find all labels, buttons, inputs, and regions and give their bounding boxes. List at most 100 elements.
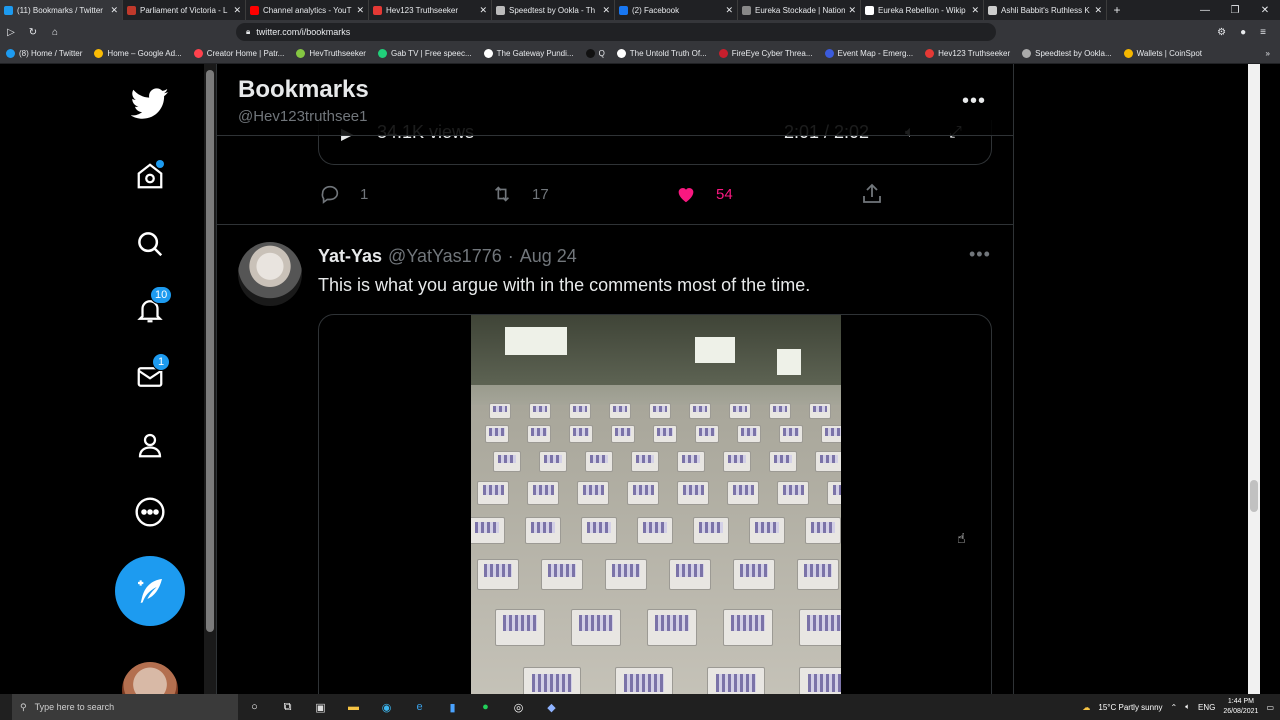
back-icon[interactable]: ▷ [0,27,22,38]
header-more-button[interactable]: ••• [962,90,986,113]
store-icon[interactable]: ▮ [436,701,469,714]
close-tab-icon[interactable]: ✕ [725,5,733,16]
url-field[interactable]: 🔒︎ twitter.com/i/bookmarks [236,23,996,41]
share-button[interactable] [860,182,902,206]
bookmark-item[interactable]: Home – Google Ad... [88,49,187,58]
notification-center-icon[interactable]: ▭ [1266,703,1274,712]
notifications-bell-icon[interactable]: 10 [130,286,173,330]
browser-tab[interactable]: Eureka Rebellion - Wikip ✕ [861,0,984,20]
like-button[interactable]: 54 [674,182,733,206]
tab-label: Channel analytics - YouT [263,5,352,15]
bookmark-item[interactable]: (8) Home / Twitter [0,49,88,58]
bookmark-favicon-icon [296,49,306,58]
bookmark-label: The Gateway Pundi... [496,49,574,58]
profile-icon[interactable]: ● [1240,27,1246,38]
scrollbar-thumb[interactable] [206,70,214,632]
sidebar-nav: 10 1 [110,64,190,694]
video-desk [525,517,561,544]
bookmark-item[interactable]: The Untold Truth Of... [611,49,713,58]
browser-app-icon[interactable]: ▣ [304,701,337,714]
bookmark-favicon-icon [585,49,595,58]
file-explorer-icon[interactable]: ▬ [337,701,370,713]
close-tab-icon[interactable]: ✕ [1094,5,1102,16]
messages-mail-icon[interactable]: 1 [130,353,170,397]
author-handle[interactable]: @YatYas1776 [388,246,502,267]
bookmarks-overflow-icon[interactable]: » [1266,49,1280,58]
video-desk [769,403,791,419]
browser-tab[interactable]: Ashli Babbit's Ruthless K ✕ [984,0,1107,20]
account-avatar[interactable] [122,662,178,694]
restore-button[interactable]: ❐ [1220,5,1250,16]
twitter-logo-icon[interactable] [130,84,170,124]
reload-icon[interactable]: ↻ [22,27,44,38]
page-scrollbar-thumb[interactable] [1250,480,1258,512]
extensions-icon[interactable]: ⚙ [1217,27,1226,38]
clock[interactable]: 1:44 PM 26/08/2021 [1223,697,1258,717]
weather-icon[interactable]: ☁ [1082,703,1090,712]
edge-icon[interactable]: ◉ [370,701,403,714]
bookmark-item[interactable]: Creator Home | Patr... [188,49,291,58]
page-scrollbar[interactable] [1248,64,1260,694]
bookmark-item[interactable]: The Gateway Pundi... [478,49,580,58]
bookmark-item[interactable]: Event Map - Emerg... [819,49,920,58]
retweet-button[interactable]: 17 [490,182,549,206]
reply-button[interactable]: 1 [318,182,368,206]
menu-icon[interactable]: ≡ [1260,27,1266,38]
bookmark-item[interactable]: Q [580,49,611,58]
close-tab-icon[interactable]: ✕ [848,5,856,16]
bookmark-favicon-icon [483,49,493,58]
sidebar-scrollbar[interactable] [204,64,216,694]
tab-label: Ashli Babbit's Ruthless K [1001,5,1090,15]
close-tab-icon[interactable]: ✕ [479,5,487,16]
browser-tab[interactable]: Parliament of Victoria - L ✕ [123,0,246,20]
tweet-video[interactable] [318,314,992,694]
tab-label: Parliament of Victoria - L [140,5,228,15]
home-icon[interactable]: ⌂ [44,27,66,38]
tab-label: (11) Bookmarks / Twitter [17,5,103,15]
tray-chevron-icon[interactable]: ⌃ [1171,703,1178,712]
tweet-date[interactable]: Aug 24 [520,246,577,267]
bookmark-item[interactable]: HevTruthseeker [290,49,372,58]
bookmark-item[interactable]: Speedtest by Ookla... [1016,49,1118,58]
compose-tweet-button[interactable] [115,556,185,626]
minimize-button[interactable]: — [1190,5,1220,16]
browser-tab[interactable]: (11) Bookmarks / Twitter ✕ [0,0,123,20]
taskbar-search[interactable]: ⚲ Type here to search [12,694,238,720]
close-tab-icon[interactable]: ✕ [602,5,610,16]
cortana-icon[interactable]: ○ [238,701,271,713]
close-tab-icon[interactable]: ✕ [110,5,118,16]
close-tab-icon[interactable]: ✕ [233,5,241,16]
video-desk [611,425,635,443]
bookmark-item[interactable]: Hev123 Truthseeker [919,49,1016,58]
bookmark-item[interactable]: Wallets | CoinSpot [1118,49,1208,58]
browser-tab[interactable]: Speedtest by Ookla - Th ✕ [492,0,615,20]
video-desk [527,425,551,443]
obs-icon[interactable]: ◎ [502,701,535,714]
close-window-button[interactable]: ✕ [1250,5,1280,16]
profile-person-icon[interactable] [130,425,170,465]
speaker-icon[interactable]: 🔈︎ [1185,702,1190,712]
video-desk [477,481,509,505]
tweet-author-avatar[interactable] [238,242,302,306]
home-nav-icon[interactable] [130,156,170,196]
author-name[interactable]: Yat-Yas [318,246,382,267]
close-tab-icon[interactable]: ✕ [971,5,979,16]
browser-tab[interactable]: Eureka Stockade | Nation ✕ [738,0,861,20]
weather-text[interactable]: 15°C Partly sunny [1098,703,1162,712]
more-options-icon[interactable] [130,492,170,532]
spotify-icon[interactable]: ● [469,701,502,713]
bookmark-item[interactable]: Gab TV | Free speec... [372,49,478,58]
new-tab-button[interactable]: + [1107,3,1127,17]
app-icon[interactable]: ◆ [535,701,568,714]
browser-tab[interactable]: Channel analytics - YouT ✕ [246,0,369,20]
browser-tab[interactable]: (2) Facebook ✕ [615,0,738,20]
explore-search-icon[interactable] [130,224,170,264]
bookmark-item[interactable]: FireEye Cyber Threa... [713,49,819,58]
video-frame-warehouse-desks[interactable] [471,315,841,694]
tweet-more-button[interactable]: ••• [969,244,991,265]
language-indicator[interactable]: ENG [1198,703,1215,712]
task-view-icon[interactable]: ⧉ [271,701,304,714]
ie-icon[interactable]: e [403,701,436,713]
browser-tab[interactable]: Hev123 Truthseeker ✕ [369,0,492,20]
close-tab-icon[interactable]: ✕ [356,5,364,16]
